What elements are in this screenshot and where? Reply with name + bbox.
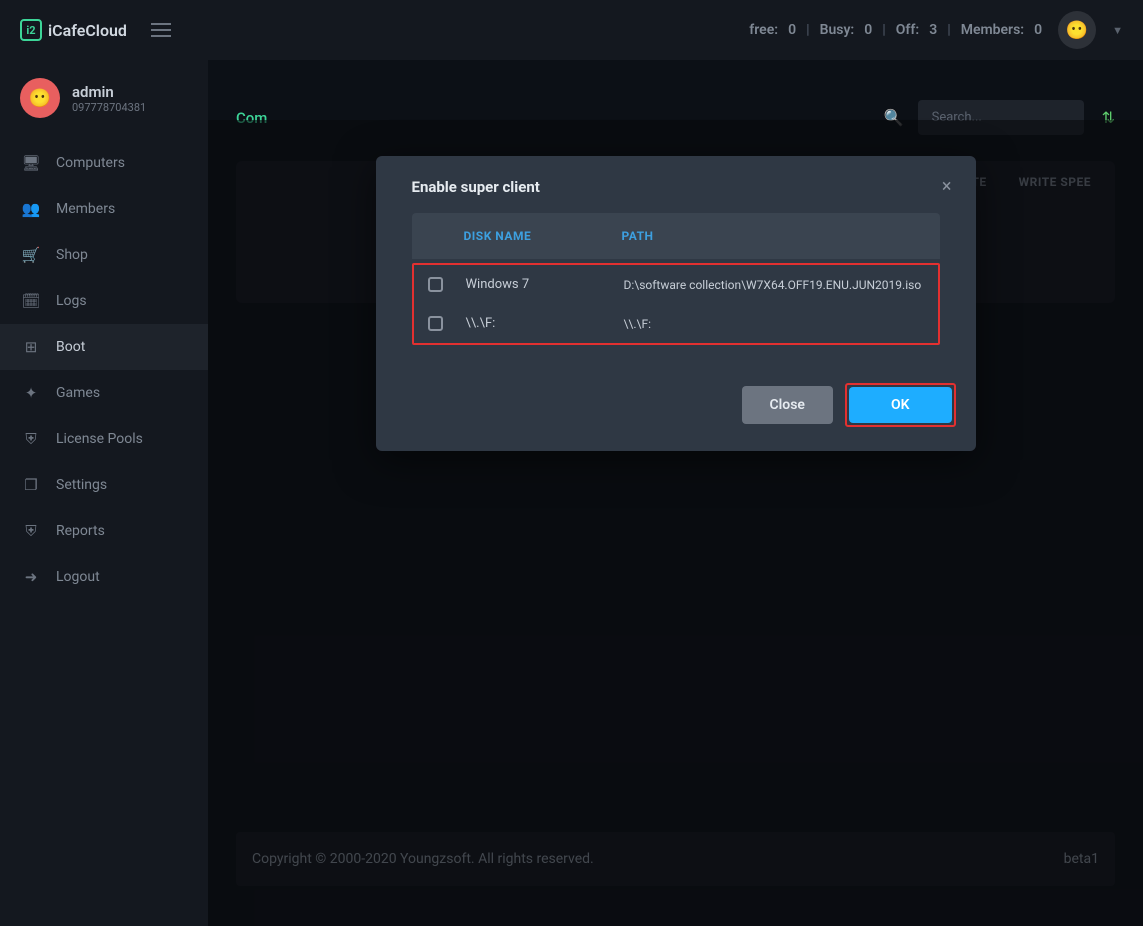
- nav-reports[interactable]: ⛨Reports: [0, 508, 208, 554]
- close-button[interactable]: Close: [742, 386, 833, 424]
- cart-icon: 🛒: [22, 246, 40, 264]
- sidebar: 😶 admin 097778704381 🖥Computers 👥Members…: [0, 60, 208, 926]
- stats-bar: free:0 | Busy:0 | Off:3 | Members:0: [749, 22, 1042, 38]
- brand-logo[interactable]: i2 iCafeCloud: [20, 19, 127, 41]
- brand-text: iCafeCloud: [48, 21, 127, 40]
- nav-shop[interactable]: 🛒Shop: [0, 232, 208, 278]
- shield-icon: ⛨: [22, 430, 40, 448]
- chevron-down-icon[interactable]: ▼: [1112, 24, 1123, 37]
- modal-row[interactable]: Windows 7 D:\software collection\W7X64.O…: [414, 265, 938, 304]
- modal-title: Enable super client: [412, 178, 540, 196]
- badge-icon: ⛨: [22, 522, 40, 540]
- modal-enable-super-client: Enable super client × DISK NAME PATH Win…: [376, 156, 976, 451]
- user-avatar[interactable]: 😶: [1058, 11, 1096, 49]
- sidebar-avatar-icon: 😶: [20, 78, 60, 118]
- ok-button[interactable]: OK: [849, 387, 952, 423]
- layers-icon: ❐: [22, 476, 40, 494]
- monitor-icon: 🖥: [22, 154, 40, 172]
- nav-members[interactable]: 👥Members: [0, 186, 208, 232]
- disk-path: \\.\F:: [624, 317, 924, 331]
- disk-name: \\.\F:: [466, 316, 624, 331]
- gamepad-icon: ✦: [22, 384, 40, 402]
- calendar-icon: 🗓: [22, 292, 40, 310]
- sidebar-user-name: admin: [72, 83, 146, 101]
- nav-logout[interactable]: ➜Logout: [0, 554, 208, 600]
- modal-row[interactable]: \\.\F: \\.\F:: [414, 304, 938, 343]
- menu-toggle-icon[interactable]: [151, 23, 171, 37]
- windows-icon: ⊞: [22, 338, 40, 356]
- people-icon: 👥: [22, 200, 40, 218]
- modal-close-icon[interactable]: ×: [942, 176, 952, 197]
- modal-rows-highlight: Windows 7 D:\software collection\W7X64.O…: [412, 263, 940, 345]
- modal-backdrop: Enable super client × DISK NAME PATH Win…: [208, 120, 1143, 926]
- nav-boot[interactable]: ⊞Boot: [0, 324, 208, 370]
- ok-button-highlight: OK: [845, 383, 956, 427]
- modal-table-header: DISK NAME PATH: [412, 213, 940, 259]
- logo-icon: i2: [20, 19, 42, 41]
- disk-path: D:\software collection\W7X64.OFF19.ENU.J…: [624, 278, 924, 292]
- nav-computers[interactable]: 🖥Computers: [0, 140, 208, 186]
- nav-settings[interactable]: ❐Settings: [0, 462, 208, 508]
- top-bar: i2 iCafeCloud free:0 | Busy:0 | Off:3 | …: [0, 0, 1143, 60]
- disk-name: Windows 7: [466, 277, 624, 292]
- checkbox[interactable]: [428, 316, 443, 331]
- nav-games[interactable]: ✦Games: [0, 370, 208, 416]
- checkbox[interactable]: [428, 277, 443, 292]
- sidebar-user[interactable]: 😶 admin 097778704381: [0, 78, 208, 140]
- nav-logs[interactable]: 🗓Logs: [0, 278, 208, 324]
- logout-icon: ➜: [22, 568, 40, 586]
- sidebar-user-id: 097778704381: [72, 101, 146, 114]
- nav-license[interactable]: ⛨License Pools: [0, 416, 208, 462]
